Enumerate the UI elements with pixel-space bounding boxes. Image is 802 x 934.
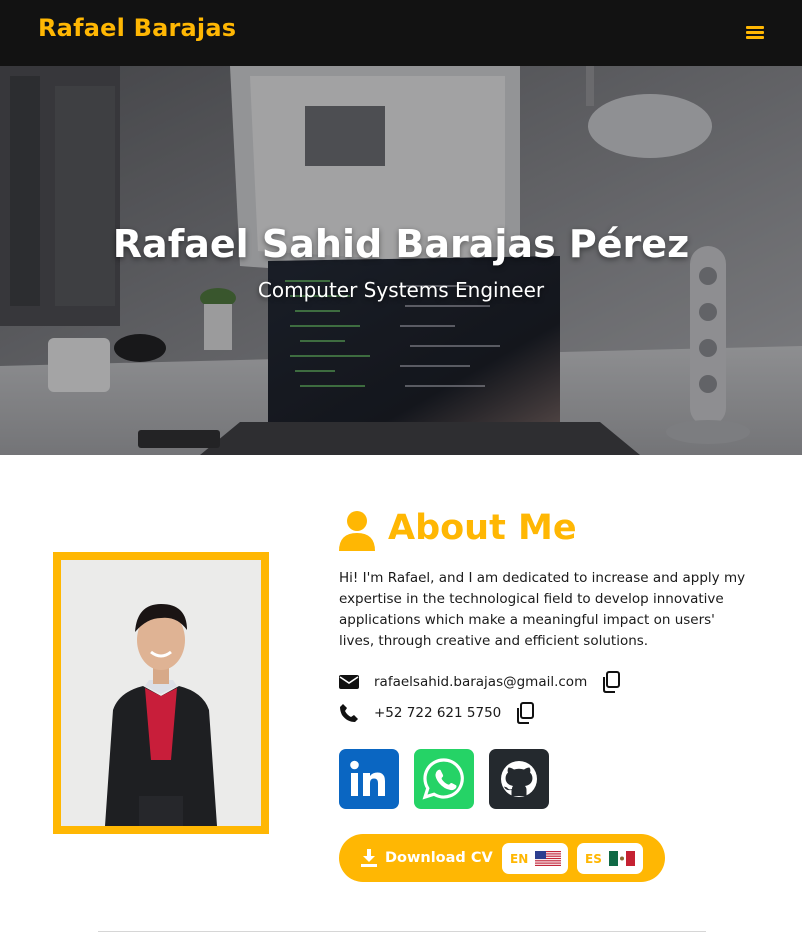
download-icon [361,849,377,867]
email-row: rafaelsahid.barajas@gmail.com [339,671,621,693]
phone-number: +52 722 621 5750 [374,705,502,721]
email-address: rafaelsahid.barajas@gmail.com [374,674,588,690]
hero-subtitle: Computer Systems Engineer [257,278,545,302]
phone-row: +52 722 621 5750 [339,702,535,724]
download-cv-en-button[interactable]: EN [502,843,568,874]
whatsapp-icon [422,758,464,800]
download-cv-bar: Download CV EN ES [339,834,665,882]
hamburger-menu-icon[interactable] [746,24,766,40]
profile-photo-frame [53,552,269,834]
linkedin-icon [350,760,385,796]
language-code-es: ES [585,851,602,866]
github-button[interactable] [489,749,549,809]
language-code-en: EN [510,851,529,866]
us-flag-icon [535,851,562,866]
hero-banner: Rafael Sahid Barajas Pérez Computer Syst… [0,66,802,455]
about-description: Hi! I'm Rafael, and I am dedicated to in… [339,570,746,649]
hero-title: Rafael Sahid Barajas Pérez [112,222,690,266]
copy-phone-icon[interactable] [515,702,535,724]
about-title: About Me [388,508,577,548]
download-cv-es-button[interactable]: ES [577,843,643,874]
phone-icon [340,704,358,722]
profile-photo [61,560,261,826]
navbar: Rafael Barajas [0,0,802,66]
github-icon [501,761,537,797]
linkedin-button[interactable] [339,749,399,809]
download-cv-button[interactable]: Download CV [361,847,493,869]
whatsapp-button[interactable] [414,749,474,809]
envelope-icon [339,675,359,689]
download-cv-label: Download CV [385,850,493,866]
user-icon [339,511,375,551]
mexico-flag-icon [608,851,635,866]
section-divider [98,931,706,932]
copy-email-icon[interactable] [601,671,621,693]
brand-logo[interactable]: Rafael Barajas [38,14,236,42]
